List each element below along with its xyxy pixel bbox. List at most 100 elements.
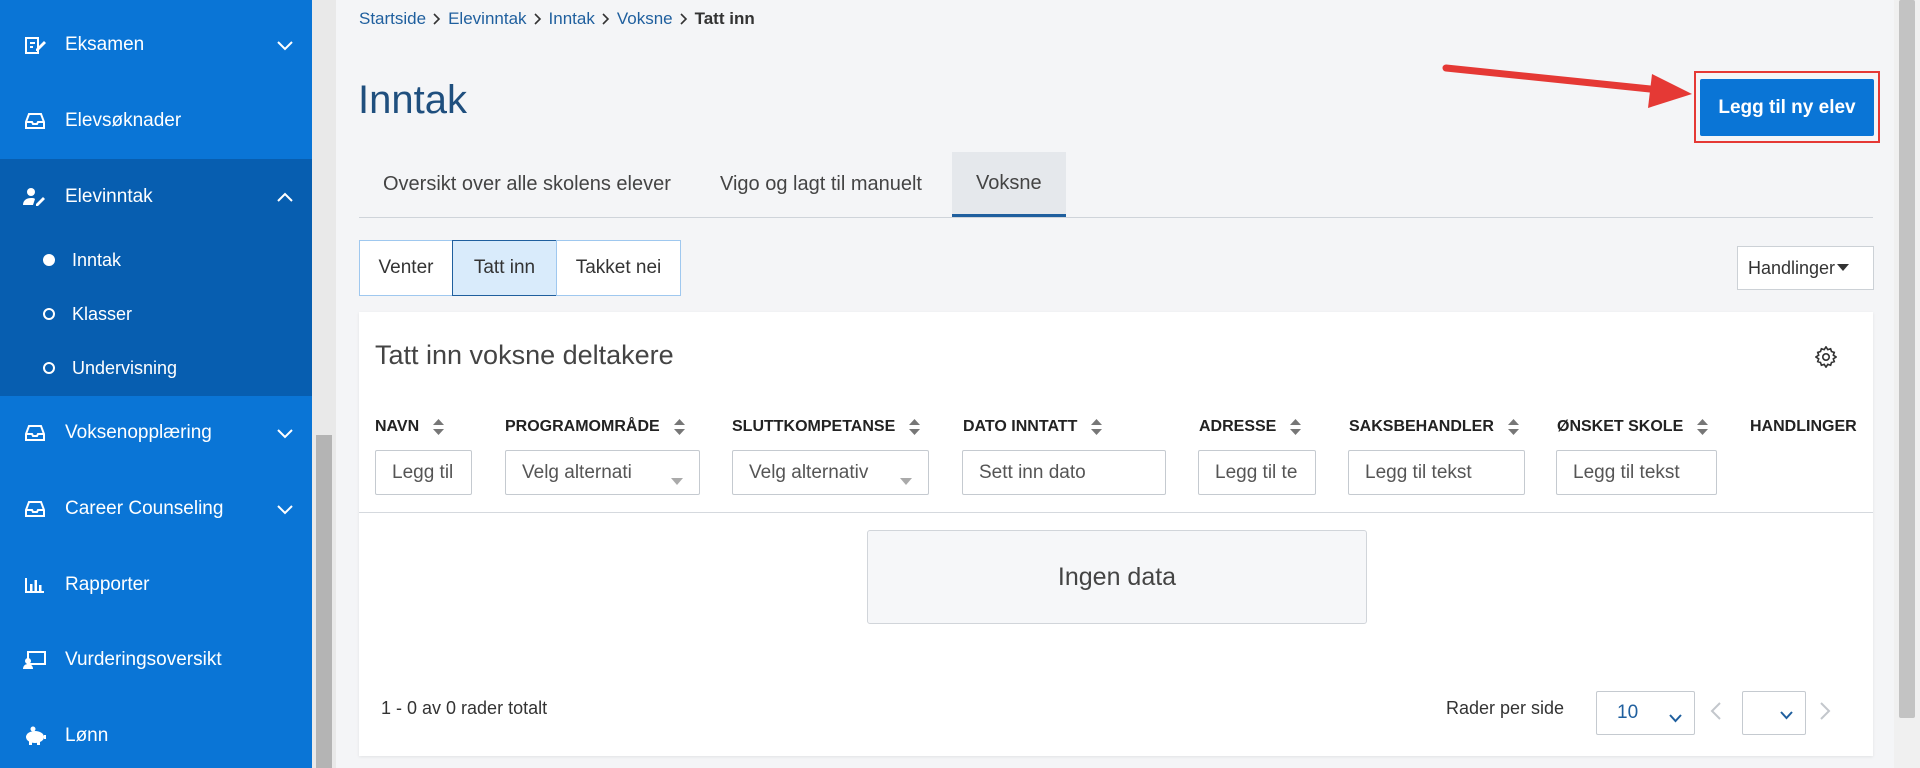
gear-icon[interactable]	[1814, 345, 1838, 373]
sidebar-group-elevinntak: Elevinntak Inntak Klasser Undervisning	[0, 159, 312, 396]
chevron-down-icon	[1780, 707, 1793, 725]
sidebar-subitem-undervisning[interactable]: Undervisning	[0, 341, 312, 395]
actions-label: Handlinger	[1748, 257, 1836, 278]
radio-empty-icon	[43, 362, 55, 374]
sidebar-item-eksamen[interactable]: Eksamen	[0, 7, 312, 83]
sidebar-item-label: Rapporter	[65, 574, 150, 595]
sidebar-item-elevinntak[interactable]: Elevinntak	[0, 159, 312, 235]
segment-venter[interactable]: Venter	[359, 240, 453, 296]
sort-icon	[1507, 419, 1519, 435]
chevron-down-icon	[1669, 707, 1682, 729]
tab-vigo[interactable]: Vigo og lagt til manuelt	[696, 152, 946, 217]
sidebar-subitem-inntak[interactable]: Inntak	[0, 233, 312, 287]
sort-icon	[1290, 419, 1302, 435]
user-edit-icon	[22, 186, 48, 208]
sidebar-subitem-label: Klasser	[72, 303, 133, 324]
column-label: HANDLINGER	[1750, 418, 1857, 435]
chevron-right-icon	[602, 13, 610, 25]
sidebar-item-label: Elevinntak	[65, 186, 153, 207]
caret-down-icon	[900, 469, 912, 491]
column-header-sluttkompetanse[interactable]: SLUTTKOMPETANSE	[732, 418, 921, 436]
sidebar-subitem-label: Undervisning	[72, 357, 178, 378]
sort-icon	[1091, 419, 1103, 435]
empty-state: Ingen data	[867, 530, 1367, 624]
filter-onsket-skole-input[interactable]: Legg til tekst	[1556, 450, 1717, 495]
radio-empty-icon	[43, 308, 55, 320]
breadcrumb: Startside Elevinntak Inntak Voksne Tatt …	[359, 9, 755, 29]
inbox-icon	[22, 422, 48, 444]
column-label: NAVN	[375, 418, 420, 435]
rows-per-page-select[interactable]: 10	[1596, 691, 1695, 735]
sidebar-item-career-counseling[interactable]: Career Counseling	[0, 471, 312, 547]
inbox-icon	[22, 110, 48, 132]
filter-programomrade-select[interactable]: Velg alternati	[505, 450, 700, 495]
segment-tatt-inn[interactable]: Tatt inn	[452, 240, 557, 296]
chevron-up-icon	[276, 187, 294, 209]
filter-adresse-input[interactable]: Legg til te	[1198, 450, 1316, 495]
table-card: Tatt inn voksne deltakere NAVN PROGRAMOM…	[359, 312, 1873, 756]
monitor-user-icon	[22, 649, 48, 671]
tab-voksne[interactable]: Voksne	[952, 152, 1066, 217]
breadcrumb-elevinntak[interactable]: Elevinntak	[448, 9, 526, 29]
sidebar-item-label: Lønn	[65, 725, 109, 746]
actions-dropdown-button[interactable]: Handlinger	[1737, 246, 1874, 290]
column-header-dato-inntatt[interactable]: DATO INNTATT	[963, 418, 1103, 436]
column-header-adresse[interactable]: ADRESSE	[1199, 418, 1302, 436]
sidebar-item-vurderingsoversikt[interactable]: Vurderingsoversikt	[0, 622, 312, 698]
filter-sluttkompetanse-select[interactable]: Velg alternativ	[732, 450, 929, 495]
sidebar-item-voksenopplaering[interactable]: Voksenopplæring	[0, 395, 312, 471]
sidebar-item-lonn[interactable]: Lønn	[0, 698, 312, 768]
column-label: SAKSBEHANDLER	[1349, 418, 1494, 435]
breadcrumb-current: Tatt inn	[694, 9, 755, 28]
breadcrumb-startside[interactable]: Startside	[359, 9, 426, 29]
column-label: ADRESSE	[1199, 418, 1277, 435]
select-placeholder: Velg alternativ	[749, 461, 869, 483]
chevron-down-icon	[276, 35, 294, 57]
caret-down-icon	[1837, 264, 1850, 272]
add-new-student-button[interactable]: Legg til ny elev	[1700, 79, 1874, 136]
previous-page-icon[interactable]	[1710, 701, 1722, 726]
sidebar-scrollbar[interactable]	[312, 0, 336, 768]
sort-icon	[1697, 419, 1709, 435]
chevron-down-icon	[276, 499, 294, 521]
sort-icon	[433, 419, 445, 435]
column-header-programomrade[interactable]: PROGRAMOMRÅDE	[505, 418, 685, 436]
bar-chart-icon	[22, 574, 48, 596]
sidebar-subitem-klasser[interactable]: Klasser	[0, 287, 312, 341]
column-label: DATO INNTATT	[963, 418, 1078, 435]
piggy-bank-icon	[22, 725, 48, 747]
sidebar-item-rapporter[interactable]: Rapporter	[0, 547, 312, 623]
page-scrollbar-thumb[interactable]	[1899, 0, 1915, 718]
segment-takket-nei[interactable]: Takket nei	[556, 240, 681, 296]
breadcrumb-inntak[interactable]: Inntak	[549, 9, 595, 29]
sidebar-item-elevsoknader[interactable]: Elevsøknader	[0, 83, 312, 159]
column-header-onsket-skole[interactable]: ØNSKET SKOLE	[1557, 418, 1709, 436]
chevron-right-icon	[533, 13, 542, 25]
sidebar-item-label: Career Counseling	[65, 498, 224, 519]
chevron-right-icon	[680, 13, 688, 25]
page-number-select[interactable]	[1742, 691, 1806, 735]
page-scrollbar[interactable]	[1894, 0, 1920, 768]
sidebar-item-label: Vurderingsoversikt	[65, 649, 222, 670]
breadcrumb-voksne[interactable]: Voksne	[617, 9, 673, 29]
table-header-divider	[359, 512, 1873, 513]
sort-icon	[909, 419, 921, 435]
filter-saksbehandler-input[interactable]: Legg til tekst	[1348, 450, 1525, 495]
rows-per-page-value: 10	[1617, 702, 1639, 723]
row-count-text: 1 - 0 av 0 rader totalt	[381, 698, 548, 718]
filter-dato-input[interactable]: Sett inn dato	[962, 450, 1166, 495]
sidebar-subitem-label: Inntak	[72, 249, 122, 270]
column-header-saksbehandler[interactable]: SAKSBEHANDLER	[1349, 418, 1519, 436]
column-header-navn[interactable]: NAVN	[375, 418, 445, 436]
column-label: SLUTTKOMPETANSE	[732, 418, 896, 435]
table-title: Tatt inn voksne deltakere	[375, 340, 674, 370]
column-header-handlinger: HANDLINGER	[1750, 418, 1857, 436]
rows-per-page-label: Rader per side	[1446, 698, 1565, 718]
caret-down-icon	[671, 469, 683, 491]
tab-oversikt[interactable]: Oversikt over alle skolens elever	[359, 152, 695, 217]
next-page-icon[interactable]	[1819, 701, 1831, 726]
sidebar-item-label: Eksamen	[65, 34, 145, 55]
filter-navn-input[interactable]: Legg til	[375, 450, 472, 495]
sidebar-scrollbar-thumb[interactable]	[316, 435, 332, 768]
tab-bar: Oversikt over alle skolens elever Vigo o…	[359, 152, 1873, 218]
